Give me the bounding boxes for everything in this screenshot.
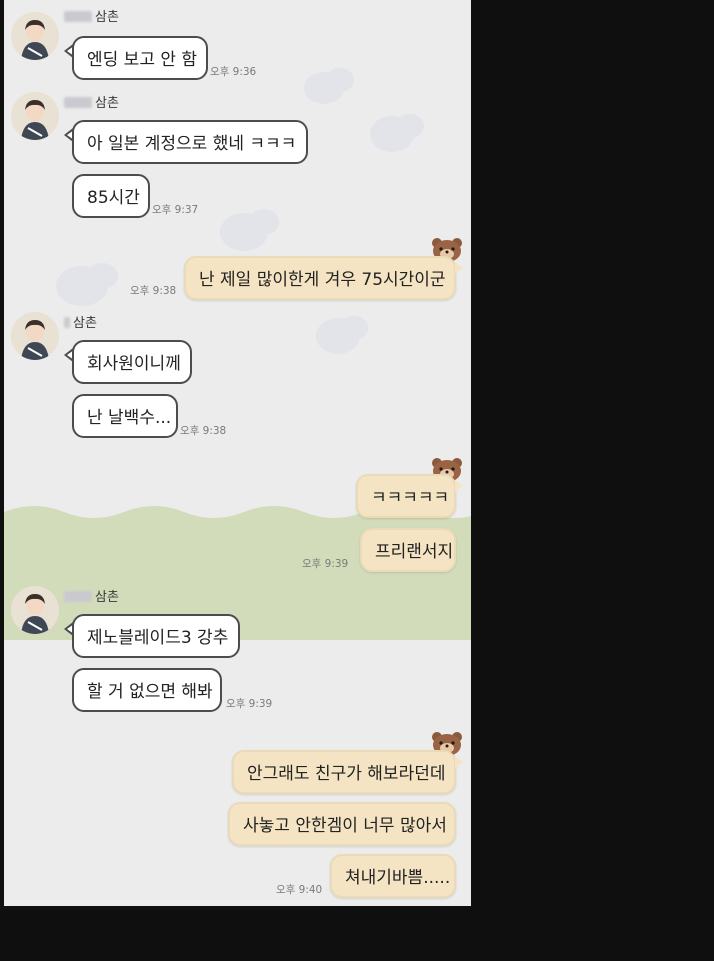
message-bubble[interactable]: 아 일본 계정으로 했네 ㅋㅋㅋ <box>72 120 308 164</box>
message-bubble[interactable]: ㅋㅋㅋㅋㅋ <box>356 474 456 518</box>
sender-name: 삼촌 <box>64 96 119 112</box>
message-bubble[interactable]: 사놓고 안한겜이 너무 많아서 <box>228 802 456 846</box>
bubble-tail <box>455 756 463 768</box>
message-time: 오후 9:39 <box>226 698 273 710</box>
avatar[interactable] <box>11 312 59 360</box>
message-time: 오후 9:40 <box>276 884 323 896</box>
avatar[interactable] <box>11 586 59 634</box>
sender-name: 삼촌 <box>64 10 119 26</box>
message-time: 오후 9:36 <box>210 66 257 78</box>
bubble-tail <box>455 262 463 274</box>
message-bubble[interactable]: 회사원이니께 <box>72 340 192 384</box>
message-bubble[interactable]: 제노블레이드3 강추 <box>72 614 240 658</box>
message-time: 오후 9:37 <box>152 204 199 216</box>
message-bubble[interactable]: 난 제일 많이한게 겨우 75시간이군 <box>184 256 456 300</box>
bubble-tail <box>455 480 463 492</box>
message-bubble[interactable]: 프리랜서지 <box>360 528 456 572</box>
message-bubble[interactable]: 엔딩 보고 안 함 <box>72 36 208 80</box>
message-bubble[interactable]: 안그래도 친구가 해보라던데 <box>232 750 456 794</box>
message-bubble[interactable]: 쳐내기바쁨..... <box>330 854 456 898</box>
avatar[interactable] <box>11 12 59 60</box>
message-bubble[interactable]: 난 날백수... <box>72 394 178 438</box>
message-bubble[interactable]: 할 거 없으면 해봐 <box>72 668 222 712</box>
message-bubble[interactable]: 85시간 <box>72 174 150 218</box>
chat-window: 삼촌 엔딩 보고 안 함 오후 9:36 삼촌 아 일본 계정으로 했네 ㅋㅋㅋ… <box>4 0 471 906</box>
sender-name: 삼촌 <box>64 590 119 606</box>
message-time: 오후 9:39 <box>302 558 349 570</box>
message-time: 오후 9:38 <box>180 425 227 437</box>
message-time: 오후 9:38 <box>130 285 177 297</box>
sender-name: 삼촌 <box>64 316 97 332</box>
avatar[interactable] <box>11 92 59 140</box>
